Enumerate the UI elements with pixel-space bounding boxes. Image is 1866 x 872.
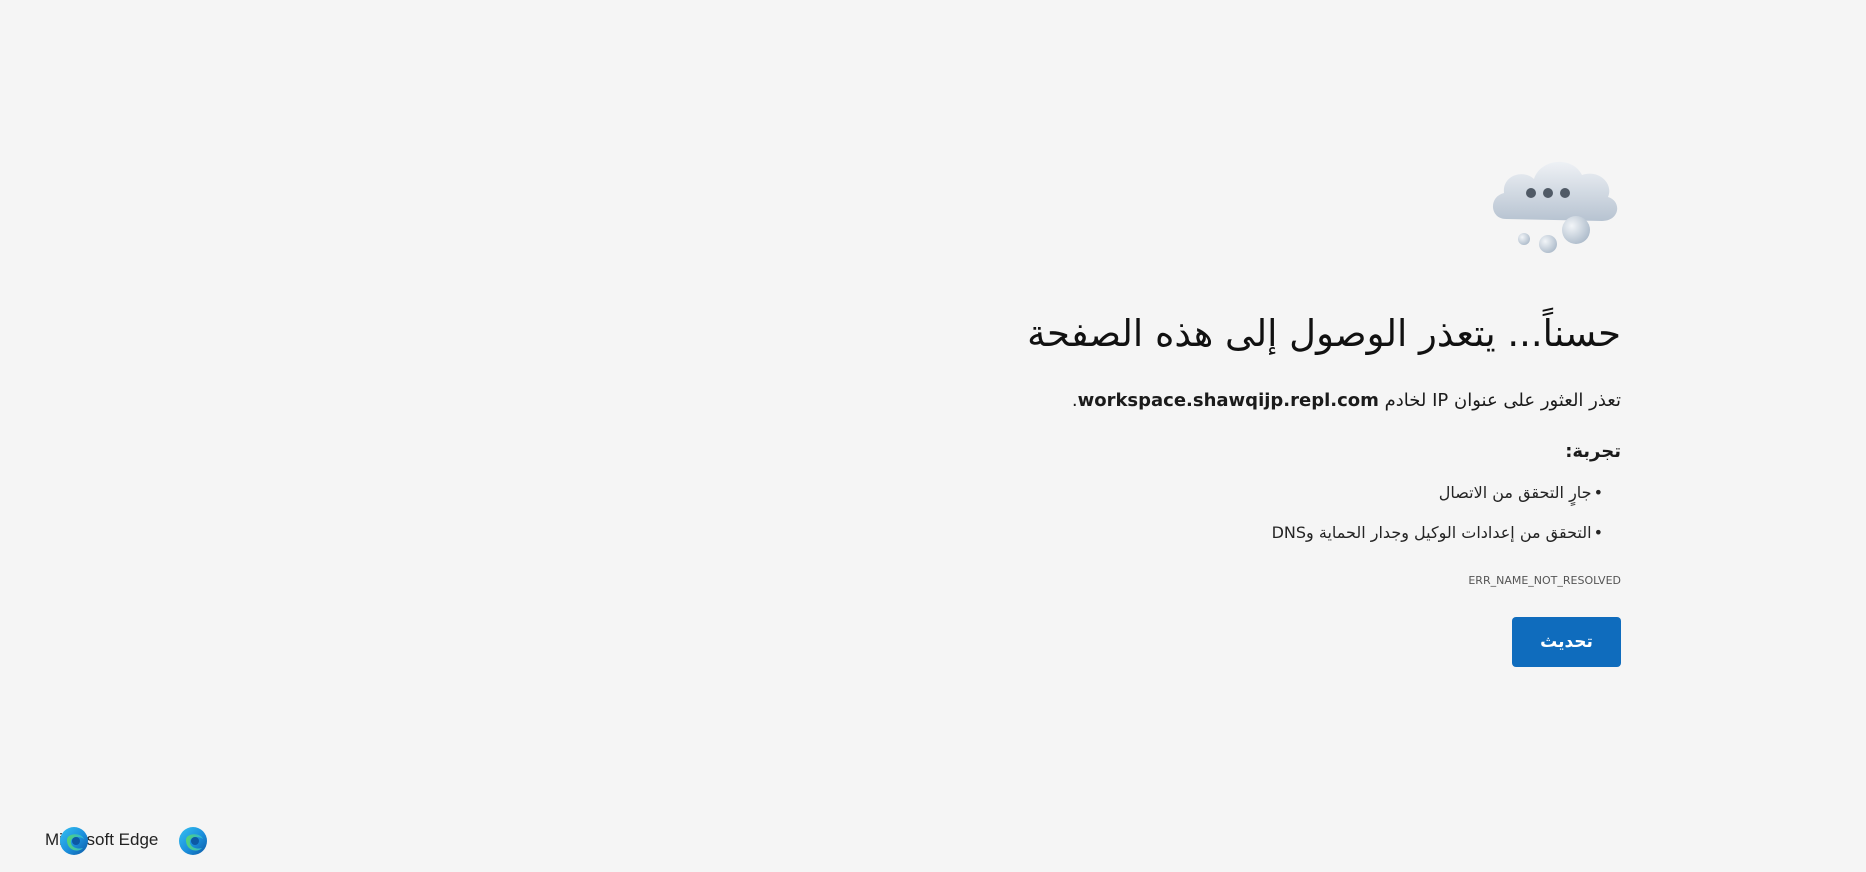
error-page: حسناً... يتعذر الوصول إلى هذه الصفحة تعذ…	[0, 0, 1866, 872]
try-label: تجربة:	[1565, 441, 1621, 462]
refresh-button[interactable]: تحديث	[1512, 617, 1621, 667]
suggestion-item: •التحقق من إعدادات الوكيل وجدار الحماية …	[1272, 525, 1603, 565]
suggestion-item: •جارٍ التحقق من الاتصال	[1272, 485, 1603, 525]
error-code: ERR_NAME_NOT_RESOLVED	[1468, 574, 1621, 587]
suggestion-text: التحقق من إعدادات الوكيل وجدار الحماية و…	[1271, 523, 1592, 542]
footer-branding: Microsoft Edge	[45, 824, 225, 858]
edge-logo-icon	[60, 827, 88, 855]
suggestions-list: •جارٍ التحقق من الاتصال •التحقق من إعداد…	[1272, 485, 1603, 565]
error-description: تعذر العثور على عنوان IP لخادم workspace…	[1072, 392, 1621, 410]
bullet: •	[1593, 483, 1603, 502]
bullet: •	[1593, 523, 1603, 542]
edge-logo-icon	[179, 827, 207, 855]
cloud-with-dots-icon	[1486, 145, 1621, 255]
host-name: workspace.shawqijp.repl.com	[1077, 390, 1379, 411]
suggestion-text: جارٍ التحقق من الاتصال	[1438, 483, 1592, 502]
page-title: حسناً... يتعذر الوصول إلى هذه الصفحة	[1027, 312, 1621, 355]
description-prefix: تعذر العثور على عنوان IP لخادم	[1378, 390, 1621, 411]
